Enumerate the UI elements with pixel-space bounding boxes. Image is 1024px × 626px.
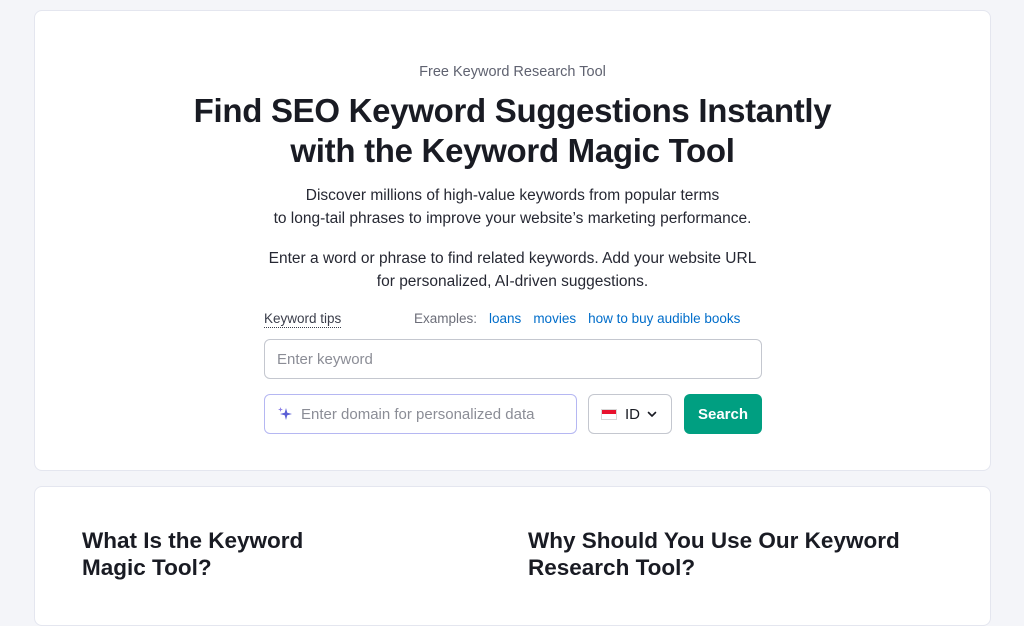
indonesia-flag-icon — [601, 408, 617, 420]
hero-instructions: Enter a word or phrase to find related k… — [268, 250, 757, 290]
keyword-input-placeholder: Enter keyword — [277, 350, 373, 368]
tips-row: Keyword tips Examples: loans movies how … — [264, 311, 764, 331]
examples-list: Examples: loans movies how to buy audibl… — [414, 311, 740, 326]
keyword-tips-link[interactable]: Keyword tips — [264, 311, 342, 328]
keyword-input[interactable]: Enter keyword — [264, 339, 762, 379]
domain-input-placeholder: Enter domain for personalized data — [301, 405, 535, 423]
example-link-movies[interactable]: movies — [533, 311, 576, 326]
hero-card: Free Keyword Research Tool Find SEO Keyw… — [34, 10, 991, 471]
section-heading-what-is: What Is the Keyword Magic Tool? — [82, 528, 304, 580]
section-heading-why-use: Why Should You Use Our Keyword Research … — [528, 528, 900, 580]
country-select[interactable]: ID — [588, 394, 672, 434]
examples-label: Examples: — [414, 311, 478, 326]
domain-input[interactable]: Enter domain for personalized data — [264, 394, 577, 434]
eyebrow-label: Free Keyword Research Tool — [419, 64, 606, 80]
chevron-down-icon — [647, 411, 657, 417]
example-link-audible[interactable]: how to buy audible books — [588, 311, 740, 326]
search-button[interactable]: Search — [684, 394, 762, 434]
country-code: ID — [625, 405, 640, 423]
ai-sparkle-icon — [278, 407, 292, 420]
page-title: Find SEO Keyword Suggestions Instantly w… — [193, 92, 832, 169]
info-card: What Is the Keyword Magic Tool? Why Shou… — [34, 486, 991, 626]
hero-description: Discover millions of high-value keywords… — [273, 187, 752, 227]
example-link-loans[interactable]: loans — [489, 311, 521, 326]
